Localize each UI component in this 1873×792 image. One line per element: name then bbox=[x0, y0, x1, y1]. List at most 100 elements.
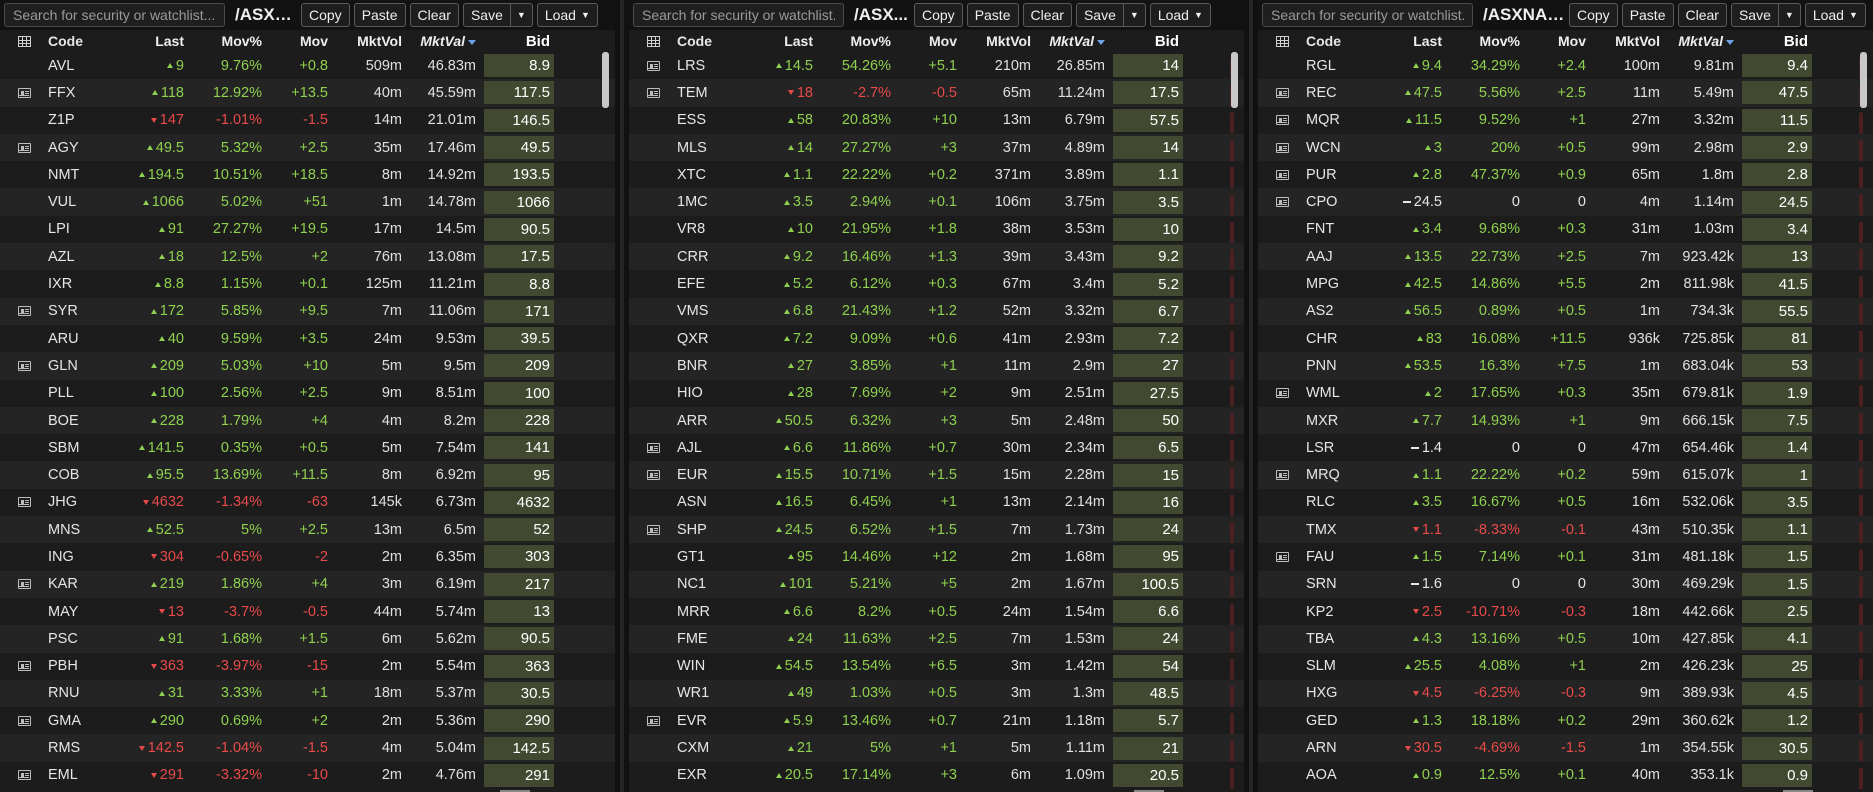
security-code[interactable]: WIN bbox=[677, 658, 733, 674]
table-row[interactable]: EFE 5.2 6.12% +0.3 67m 3.4m 5.2 bbox=[629, 270, 1244, 298]
mov-header[interactable]: Mov bbox=[1520, 33, 1586, 49]
security-code[interactable]: WR1 bbox=[677, 685, 733, 701]
table-row[interactable]: 1MC 3.5 2.94% +0.1 106m 3.75m 3.5 bbox=[629, 188, 1244, 216]
news-icon[interactable] bbox=[646, 715, 660, 726]
table-row[interactable]: EVR 5.9 13.46% +0.7 21m 1.18m 5.7 bbox=[629, 707, 1244, 735]
save-button[interactable]: Save bbox=[462, 3, 511, 27]
security-code[interactable]: AJL bbox=[677, 440, 733, 456]
table-row[interactable]: VMS 6.8 21.43% +1.2 52m 3.32m 6.7 bbox=[629, 297, 1244, 325]
security-code[interactable]: HIO bbox=[677, 385, 733, 401]
table-row[interactable]: SRN 1.6 0 0 30m 469.29k 1.5 bbox=[1258, 570, 1873, 598]
table-row[interactable]: NC1 101 5.21% +5 2m 1.67m 100.5 bbox=[629, 570, 1244, 598]
grid-icon[interactable] bbox=[1275, 35, 1289, 47]
news-icon[interactable] bbox=[646, 524, 660, 535]
table-row[interactable]: AVL 9 9.76% +0.8 509m 46.83m 8.9 bbox=[0, 52, 615, 80]
save-dropdown-button[interactable]: ▼ bbox=[510, 3, 533, 27]
table-row[interactable]: MXR 7.7 14.93% +1 9m 666.15k 7.5 bbox=[1258, 406, 1873, 435]
security-code[interactable]: COB bbox=[48, 467, 104, 483]
table-row[interactable]: MRR 6.6 8.2% +0.5 24m 1.54m 6.6 bbox=[629, 597, 1244, 626]
table-row[interactable]: GED 1.3 18.18% +0.2 29m 360.62k 1.2 bbox=[1258, 707, 1873, 735]
security-code[interactable]: ASN bbox=[677, 494, 733, 510]
last-header[interactable]: Last bbox=[104, 33, 184, 49]
table-row[interactable]: ESS 58 20.83% +10 13m 6.79m 57.5 bbox=[629, 106, 1244, 134]
table-row[interactable]: SHP 24.5 6.52% +1.5 7m 1.73m 24 bbox=[629, 516, 1244, 544]
security-code[interactable]: IXR bbox=[48, 276, 104, 292]
security-code[interactable]: RMS bbox=[48, 740, 104, 756]
table-row[interactable]: CHR 83 16.08% +11.5 936k 725.85k 81 bbox=[1258, 324, 1873, 353]
security-code[interactable]: VMS bbox=[677, 303, 733, 319]
table-row[interactable]: TEM 18 -2.7% -0.5 65m 11.24m 17.5 bbox=[629, 79, 1244, 107]
security-code[interactable]: AZL bbox=[48, 249, 104, 265]
vertical-scrollbar[interactable] bbox=[602, 52, 609, 108]
security-code[interactable]: PLL bbox=[48, 385, 104, 401]
security-code[interactable]: SHP bbox=[677, 522, 733, 538]
clear-button[interactable]: Clear bbox=[409, 3, 459, 27]
security-code[interactable]: NMT bbox=[48, 167, 104, 183]
table-row[interactable]: MRQ 1.1 22.22% +0.2 59m 615.07k 1 bbox=[1258, 461, 1873, 489]
vertical-scrollbar[interactable] bbox=[1231, 52, 1238, 108]
security-code[interactable]: AGY bbox=[48, 140, 104, 156]
security-code[interactable]: CPO bbox=[1306, 194, 1362, 210]
table-row[interactable]: LPI 91 27.27% +19.5 17m 14.5m 90.5 bbox=[0, 215, 615, 244]
code-header[interactable]: Code bbox=[677, 33, 733, 49]
news-icon[interactable] bbox=[1275, 197, 1289, 208]
table-row[interactable]: VUL 1066 5.02% +51 1m 14.78m 1066 bbox=[0, 188, 615, 216]
table-row[interactable]: TBA 4.3 13.16% +0.5 10m 427.85k 4.1 bbox=[1258, 625, 1873, 653]
table-row[interactable]: FAU 1.5 7.14% +0.1 31m 481.18k 1.5 bbox=[1258, 543, 1873, 571]
security-code[interactable]: RLC bbox=[1306, 494, 1362, 510]
clear-button[interactable]: Clear bbox=[1677, 3, 1727, 27]
table-row[interactable]: COB 95.5 13.69% +11.5 8m 6.92m 95 bbox=[0, 461, 615, 489]
table-row[interactable]: VR8 10 21.95% +1.8 38m 3.53m 10 bbox=[629, 215, 1244, 244]
copy-button[interactable]: Copy bbox=[1569, 3, 1618, 27]
security-code[interactable]: ARR bbox=[677, 413, 733, 429]
search-input[interactable] bbox=[4, 3, 225, 27]
news-icon[interactable] bbox=[646, 470, 660, 481]
security-code[interactable]: LPI bbox=[48, 221, 104, 237]
security-code[interactable]: TBA bbox=[1306, 631, 1362, 647]
search-input[interactable] bbox=[1262, 3, 1473, 27]
security-code[interactable]: JHG bbox=[48, 494, 104, 510]
table-row[interactable]: PSC 91 1.68% +1.5 6m 5.62m 90.5 bbox=[0, 625, 615, 653]
grid-icon[interactable] bbox=[17, 35, 31, 47]
table-row[interactable]: BOE 228 1.79% +4 4m 8.2m 228 bbox=[0, 406, 615, 435]
column-options-cell[interactable] bbox=[0, 35, 48, 47]
table-row[interactable]: RNU 31 3.33% +1 18m 5.37m 30.5 bbox=[0, 679, 615, 708]
grid-icon[interactable] bbox=[646, 35, 660, 47]
save-dropdown-button[interactable]: ▼ bbox=[1778, 3, 1801, 27]
movp-header[interactable]: Mov% bbox=[1442, 33, 1520, 49]
last-header[interactable]: Last bbox=[1362, 33, 1442, 49]
security-code[interactable]: TMX bbox=[1306, 522, 1362, 538]
news-icon[interactable] bbox=[17, 142, 31, 153]
news-icon[interactable] bbox=[1275, 169, 1289, 180]
security-code[interactable]: ARU bbox=[48, 331, 104, 347]
table-row[interactable]: CRR 9.2 16.46% +1.3 39m 3.43m 9.2 bbox=[629, 243, 1244, 271]
security-code[interactable]: GMA bbox=[48, 713, 104, 729]
security-code[interactable]: MPG bbox=[1306, 276, 1362, 292]
security-code[interactable]: GED bbox=[1306, 713, 1362, 729]
news-icon[interactable] bbox=[17, 497, 31, 508]
security-code[interactable]: SRN bbox=[1306, 576, 1362, 592]
security-code[interactable]: WML bbox=[1306, 385, 1362, 401]
news-icon[interactable] bbox=[646, 87, 660, 98]
table-row[interactable]: CXM 21 5% +1 5m 1.11m 21 bbox=[629, 734, 1244, 762]
table-row[interactable]: PNN 53.5 16.3% +7.5 1m 683.04k 53 bbox=[1258, 352, 1873, 380]
security-code[interactable]: FFX bbox=[48, 85, 104, 101]
table-row[interactable]: KP2 2.5 -10.71% -0.3 18m 442.66k 2.5 bbox=[1258, 597, 1873, 626]
security-code[interactable]: KAR bbox=[48, 576, 104, 592]
movp-header[interactable]: Mov% bbox=[184, 33, 262, 49]
table-row[interactable]: AZL 18 12.5% +2 76m 13.08m 17.5 bbox=[0, 243, 615, 271]
table-row[interactable]: MNS 52.5 5% +2.5 13m 6.5m 52 bbox=[0, 516, 615, 544]
table-row[interactable]: WML 2 17.65% +0.3 35m 679.81k 1.9 bbox=[1258, 379, 1873, 407]
security-code[interactable]: MQR bbox=[1306, 112, 1362, 128]
table-row[interactable]: CPO 24.5 0 0 4m 1.14m 24.5 bbox=[1258, 188, 1873, 216]
security-code[interactable]: AOA bbox=[1306, 767, 1362, 783]
security-code[interactable]: TEM bbox=[677, 85, 733, 101]
paste-button[interactable]: Paste bbox=[1621, 3, 1674, 27]
security-code[interactable]: GT1 bbox=[677, 549, 733, 565]
security-code[interactable]: RGL bbox=[1306, 58, 1362, 74]
security-code[interactable]: XTC bbox=[677, 167, 733, 183]
watchlist-title[interactable]: /ASXS... bbox=[235, 5, 297, 25]
security-code[interactable]: CXM bbox=[677, 740, 733, 756]
security-code[interactable]: AAJ bbox=[1306, 249, 1362, 265]
news-icon[interactable] bbox=[1275, 470, 1289, 481]
